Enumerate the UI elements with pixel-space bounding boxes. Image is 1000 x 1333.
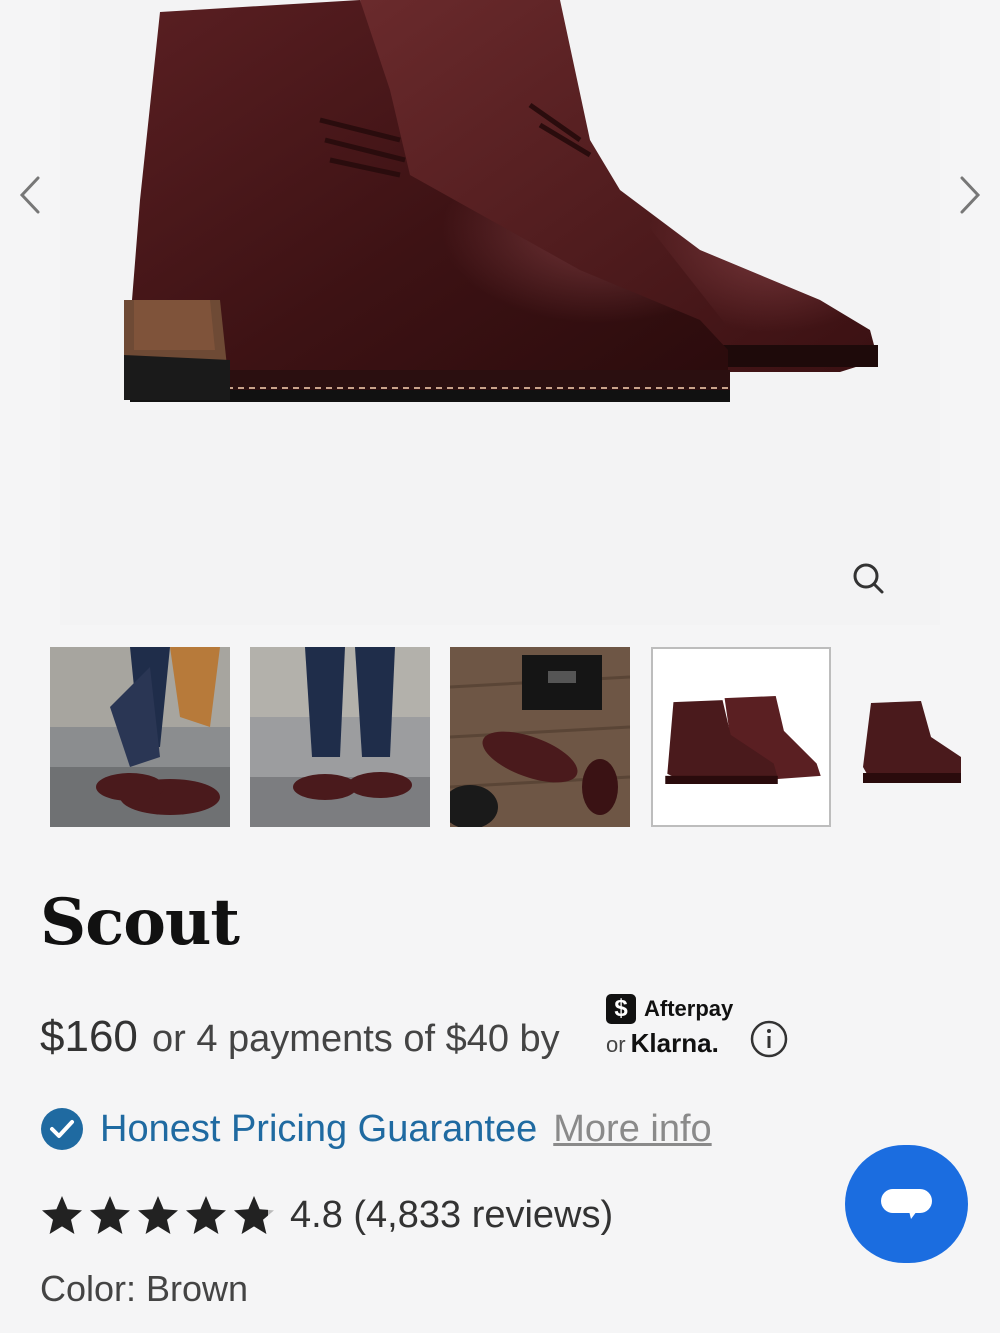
check-badge-icon — [41, 1108, 83, 1150]
previous-image-button[interactable] — [10, 170, 50, 220]
info-icon[interactable] — [748, 1018, 790, 1060]
chevron-left-icon — [19, 176, 40, 214]
thumbnail-lifestyle-tying[interactable] — [50, 647, 230, 827]
chat-button[interactable] — [845, 1145, 968, 1263]
thumbnail-image — [250, 647, 430, 827]
installments-text: or 4 payments of $40 by — [152, 1018, 560, 1060]
honest-pricing-guarantee: Honest Pricing Guarantee More info — [40, 1104, 712, 1154]
thumbnail-image — [653, 649, 829, 825]
chevron-right-icon — [960, 176, 981, 214]
thumbnail-flatlay[interactable] — [450, 647, 630, 827]
klarna-option[interactable]: or Klarna. — [606, 1028, 719, 1059]
guarantee-label: Honest Pricing Guarantee — [100, 1107, 538, 1150]
star-icon — [138, 1196, 178, 1234]
klarna-label: Klarna. — [630, 1028, 719, 1058]
chat-bubble-icon — [881, 1189, 932, 1219]
star-icon — [186, 1196, 226, 1234]
star-partial-icon — [234, 1196, 274, 1234]
rating-stars — [40, 1193, 276, 1237]
afterpay-option[interactable]: $ Afterpay — [606, 993, 733, 1025]
thumbnail-image — [50, 647, 230, 827]
star-icon — [90, 1196, 130, 1234]
thumbnail-strip — [0, 647, 1000, 829]
klarna-or-text: or — [606, 1032, 626, 1057]
price-row: $160 or 4 payments of $40 by $ Afterpay … — [40, 994, 800, 1070]
magnifier-icon — [853, 563, 884, 594]
thumbnail-product-side[interactable] — [851, 647, 961, 827]
selected-color: Color: Brown — [40, 1268, 249, 1309]
more-info-link[interactable]: More info — [553, 1108, 711, 1151]
thumbnail-image — [851, 647, 961, 827]
product-price: $160 — [40, 1012, 138, 1061]
afterpay-logo-icon: $ — [606, 994, 636, 1024]
thumbnail-product-pair[interactable] — [651, 647, 831, 827]
thumbnail-image — [450, 647, 630, 827]
product-rating[interactable]: 4.8 (4,833 reviews) — [40, 1190, 613, 1240]
product-hero-image[interactable] — [60, 0, 940, 625]
zoom-button[interactable] — [838, 548, 898, 608]
rating-summary: 4.8 (4,833 reviews) — [290, 1193, 614, 1236]
star-icon — [42, 1196, 82, 1234]
boot-pair-illustration — [124, 0, 878, 402]
thumbnail-lifestyle-walking[interactable] — [250, 647, 430, 827]
afterpay-label: Afterpay — [644, 996, 734, 1021]
product-title: Scout — [40, 885, 240, 960]
next-image-button[interactable] — [950, 170, 990, 220]
